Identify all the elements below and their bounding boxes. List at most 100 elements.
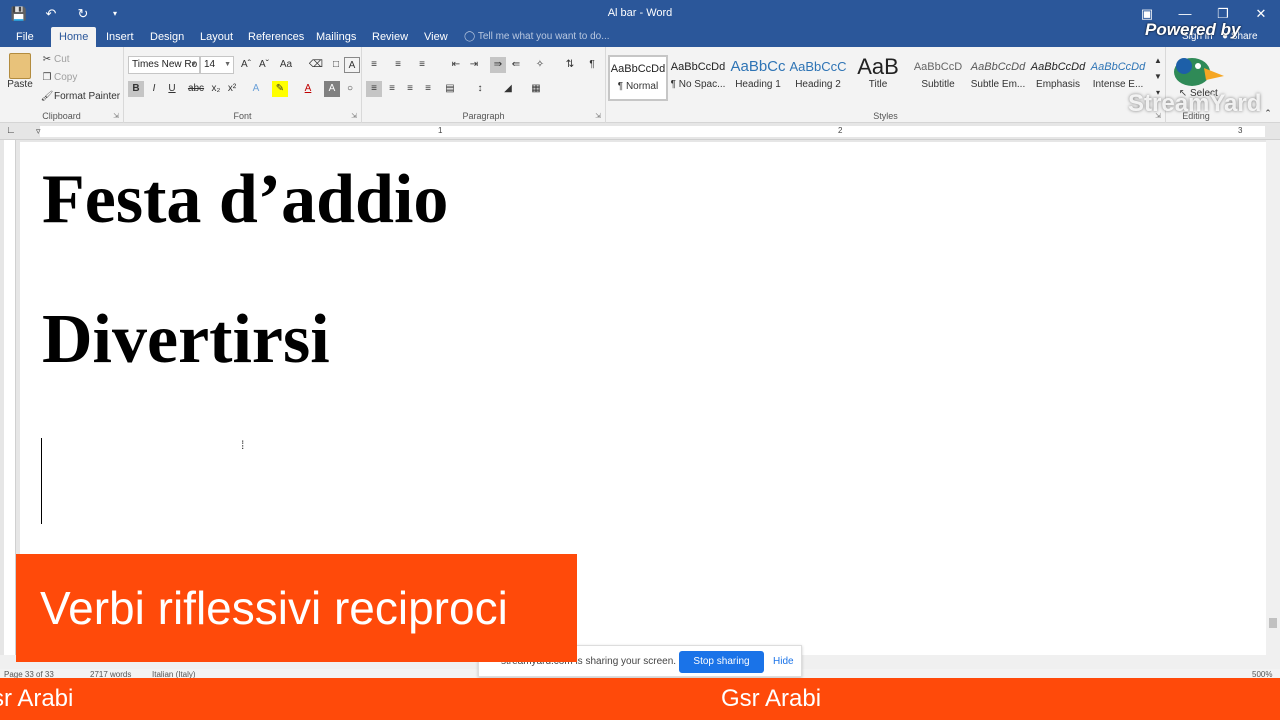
ruler-mark: 1 [438,126,443,135]
font-name-combo[interactable]: Times New Ro ▼ [128,56,200,74]
paste-button[interactable]: Paste [6,53,34,90]
style-emphasis[interactable]: AaBbCcDd Emphasis [1028,55,1088,101]
lower-third-caption: Verbi riflessivi reciproci [16,554,577,662]
document-line-2[interactable]: Divertirsi [42,300,330,380]
tab-references[interactable]: References [240,27,312,47]
ribbon: Paste ✂ Cut ❐ Copy 🖌Format Painter Clipboa… [0,47,1280,123]
tell-me-box[interactable]: ◯ Tell me what you want to do... [464,27,610,47]
title-bar: 💾 ↶ ↻ ▾ Al bar - Word ▣ — ❐ ✕ [0,0,1280,27]
collapse-ribbon-icon[interactable]: ⌃ [1260,105,1276,121]
document-line-1[interactable]: Festa d’addio [42,160,448,240]
enclose-characters-icon[interactable]: ○ [342,81,358,97]
tab-design[interactable]: Design [142,27,192,47]
clear-format-icon[interactable]: ⌫ [308,57,324,73]
scrollbar-thumb[interactable] [1269,618,1277,628]
change-case-icon[interactable]: Aa [278,57,294,73]
distributed-icon[interactable]: ▤ [442,81,458,97]
cut-button[interactable]: ✂ Cut [40,53,70,67]
sort-icon[interactable]: ⇅ [562,57,578,73]
font-size-combo[interactable]: 14 ▼ [200,56,234,74]
rtl-direction-icon[interactable]: ⇚ [508,57,524,73]
styles-scroll-up-icon[interactable]: ▲ [1150,53,1166,69]
justify-icon[interactable]: ≡ [420,81,436,97]
character-shading-button[interactable]: A [324,81,340,97]
style-subtitle[interactable]: AaBbCcD Subtitle [908,55,968,101]
align-right-icon[interactable]: ≡ [402,81,418,97]
tab-review[interactable]: Review [364,27,416,47]
align-center-icon[interactable]: ≡ [384,81,400,97]
powered-by-label: Powered by [1145,20,1241,39]
style-heading-2[interactable]: AaBbCcC Heading 2 [788,55,848,101]
strikethrough-button[interactable]: abc [186,81,206,97]
tab-file[interactable]: File [8,27,42,47]
clipboard-launcher-icon[interactable]: ⇲ [113,112,119,120]
asian-layout-icon[interactable]: ✧ [532,57,548,73]
style-no-spacing[interactable]: AaBbCcDd ¶ No Spac... [668,55,728,101]
increase-indent-icon[interactable]: ⇥ [466,57,482,73]
style-title[interactable]: AaB Title [848,55,908,101]
highlight-icon[interactable]: ✎ [272,81,288,97]
paragraph-group: ≡ ≡ ≡ ⇤ ⇥ ⇛ ⇚ ✧ ⇅ ¶ ≡ ≡ ≡ ≡ ▤ ↕ ◢ ▦ Para… [362,47,606,123]
indent-marker-icon[interactable]: ▿ [36,126,41,137]
clipboard-group: Paste ✂ Cut ❐ Copy 🖌Format Painter Clipboa… [0,47,124,123]
ruler-track [40,126,1265,137]
scissors-icon: ✂ [42,54,52,65]
style-normal[interactable]: AaBbCcDd ¶ Normal [608,55,668,101]
borders-icon[interactable]: ▦ [528,81,544,97]
pilcrow-icon[interactable]: ¶ [584,57,600,73]
styles-scroll-down-icon[interactable]: ▼ [1150,69,1166,85]
ticker-text-right: Gsr Arabi [721,685,822,712]
ruler-mark: 2 [838,126,843,135]
bold-button[interactable]: B [128,81,144,97]
clipboard-icon [9,53,31,79]
style-heading-1[interactable]: AaBbCc Heading 1 [728,55,788,101]
clipboard-label: Clipboard [42,111,81,121]
copy-button[interactable]: ❐ Copy [40,71,78,85]
superscript-button[interactable]: x² [224,81,240,97]
line-spacing-icon[interactable]: ↕ [472,81,488,97]
font-launcher-icon[interactable]: ⇲ [351,112,357,120]
align-left-icon[interactable]: ≡ [366,81,382,97]
text-effects-button[interactable]: A [248,81,264,97]
style-subtle-emphasis[interactable]: AaBbCcDd Subtle Em... [968,55,1028,101]
grow-font-icon[interactable]: Aˆ [238,57,254,73]
lightbulb-icon: ◯ [464,31,476,42]
ribbon-tabs: File Home Insert Design Layout Reference… [0,27,1280,47]
stop-sharing-button[interactable]: Stop sharing [679,651,764,673]
italic-button[interactable]: I [146,81,162,97]
shrink-font-icon[interactable]: Aˇ [256,57,272,73]
bullets-icon[interactable]: ≡ [366,57,382,73]
copy-icon: ❐ [42,72,52,83]
streamyard-logo: StreamYard [1128,90,1262,117]
font-color-button[interactable]: A [300,81,316,97]
paragraph-launcher-icon[interactable]: ⇲ [595,112,601,120]
paragraph-label: Paragraph [462,111,505,121]
character-border-icon[interactable]: A [344,57,360,73]
vertical-scrollbar[interactable] [1266,140,1280,655]
tab-insert[interactable]: Insert [98,27,142,47]
format-painter-button[interactable]: 🖌Format Painter [40,90,121,104]
ruler-mark: 3 [1238,126,1243,135]
close-icon[interactable]: ✕ [1242,0,1280,27]
hide-button[interactable]: Hide [773,656,794,667]
underline-button[interactable]: U [164,81,180,97]
tab-mailings[interactable]: Mailings [308,27,364,47]
duck-logo-icon [1174,58,1224,86]
brush-icon: 🖌 [40,91,54,102]
numbering-icon[interactable]: ≡ [390,57,406,73]
chevron-down-icon: ▼ [190,61,197,68]
tab-home[interactable]: Home [51,27,97,47]
decrease-indent-icon[interactable]: ⇤ [448,57,464,73]
font-label: Font [233,111,252,121]
tab-stop-icon[interactable]: ∟ [6,125,16,136]
horizontal-ruler[interactable]: 1 2 3 ∟ ▿ [0,123,1280,140]
caption-text: Verbi riflessivi reciproci [40,582,508,634]
tab-view[interactable]: View [416,27,456,47]
ltr-direction-icon[interactable]: ⇛ [490,57,506,73]
ticker-bar: sr Arabi Gsr Arabi [0,678,1280,720]
shading-icon[interactable]: ◢ [500,81,516,97]
text-effects-icon[interactable]: □ [328,57,344,73]
tab-layout[interactable]: Layout [192,27,241,47]
subscript-button[interactable]: x₂ [208,81,224,97]
multilevel-list-icon[interactable]: ≡ [414,57,430,73]
